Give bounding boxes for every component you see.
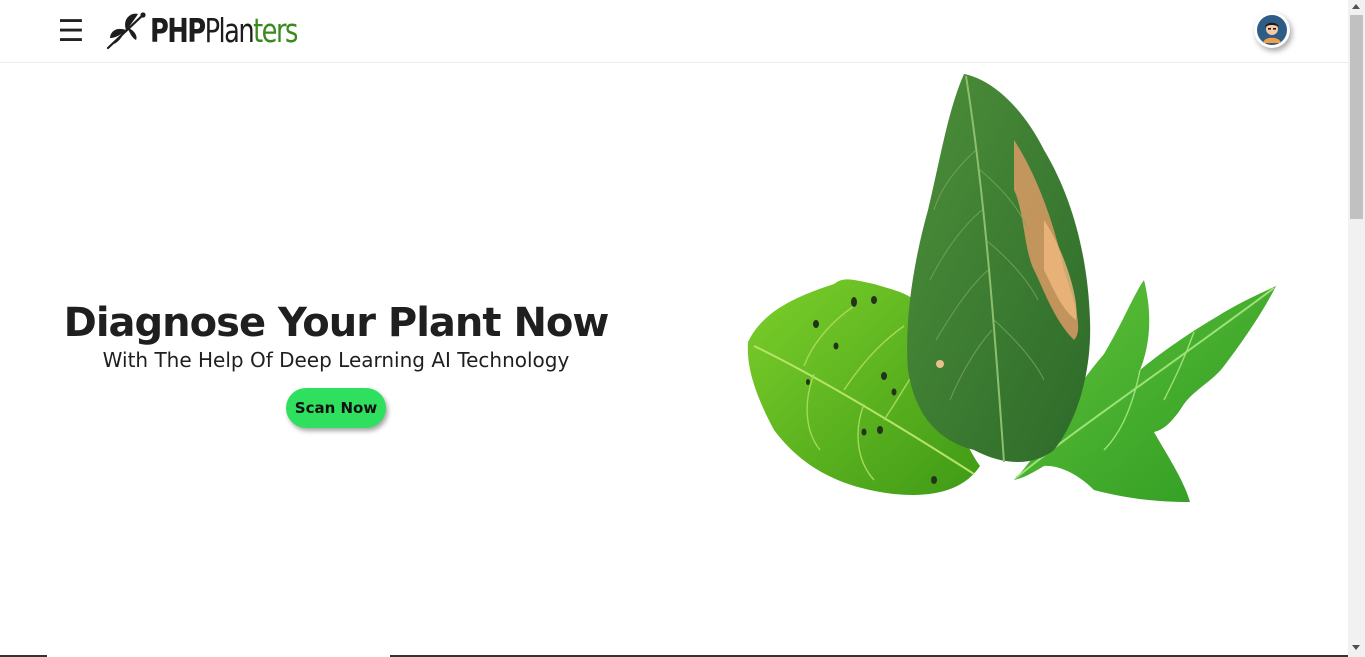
avatar-illustration (1257, 15, 1287, 45)
logo-text-ters: ters (253, 10, 298, 50)
page: ☰ PHPPlanters Diagnose Your Plant Now Wi… (0, 0, 1365, 657)
vertical-scrollbar[interactable] (1348, 0, 1365, 657)
dragonfly-icon (106, 12, 146, 50)
hero-title: Diagnose Your Plant Now (63, 300, 610, 346)
scroll-down-arrow-icon[interactable] (1352, 645, 1360, 650)
leaves-illustration (747, 74, 1276, 502)
brand-logo[interactable]: PHPPlanters (104, 8, 338, 52)
top-navbar: ☰ PHPPlanters (0, 0, 1348, 63)
scrollbar-thumb[interactable] (1350, 15, 1363, 219)
hero-subtitle: With The Help Of Deep Learning AI Techno… (102, 348, 570, 372)
user-avatar-icon[interactable] (1254, 12, 1290, 48)
brand-logo-text: PHPPlanters (150, 10, 298, 50)
hero-section: Diagnose Your Plant Now With The Help Of… (40, 296, 632, 428)
scan-now-button[interactable]: Scan Now (286, 388, 386, 428)
logo-text-php: PHP (150, 10, 206, 50)
hamburger-menu-icon[interactable]: ☰ (56, 12, 86, 50)
scroll-up-arrow-icon[interactable] (1352, 4, 1360, 9)
middle-diseased-leaf (907, 74, 1091, 463)
logo-text-plan: Plan (204, 10, 255, 50)
